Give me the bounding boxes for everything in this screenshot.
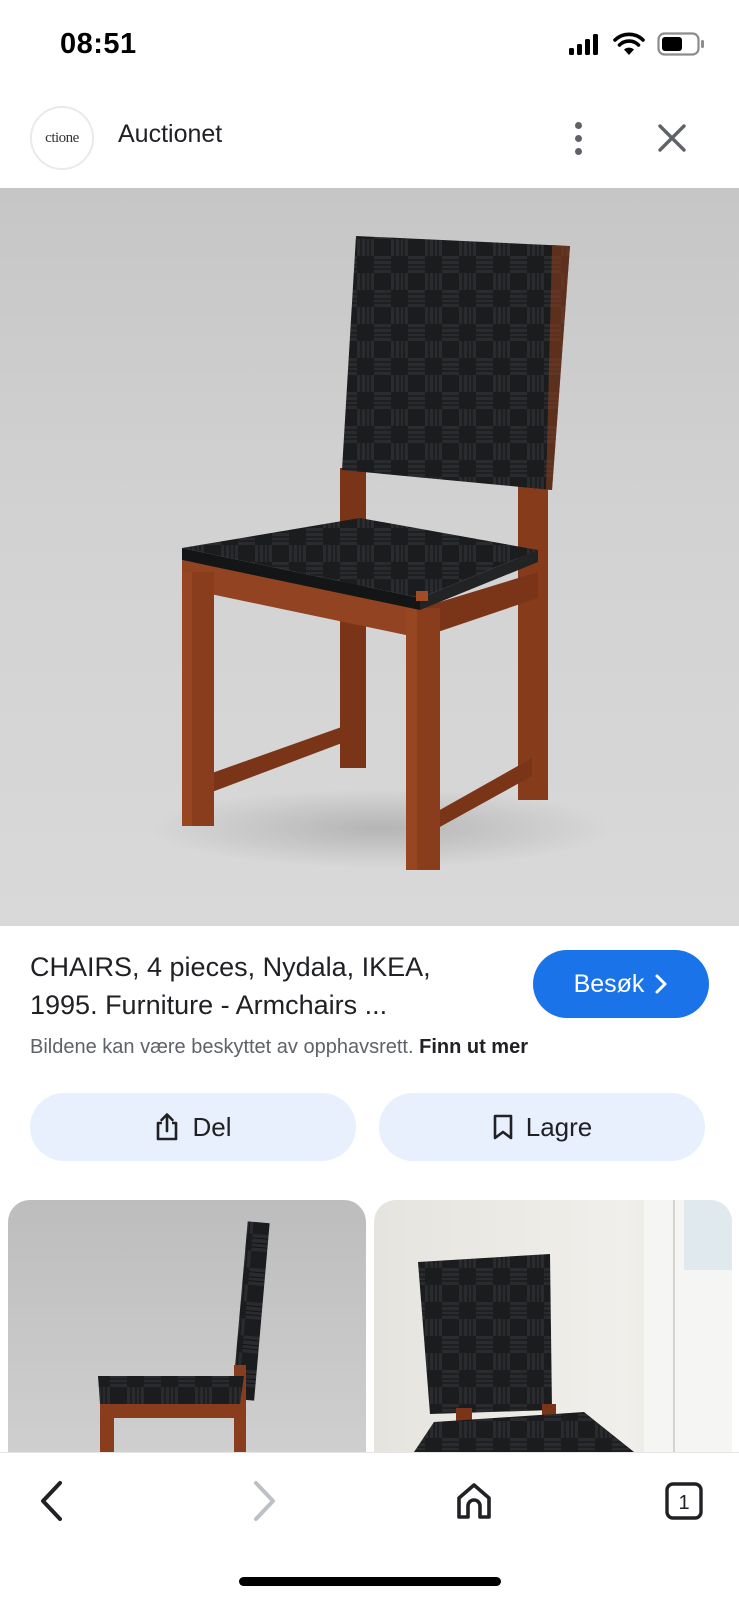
home-indicator[interactable] [239, 1577, 501, 1586]
battery-icon [657, 32, 704, 56]
chair-room-image [414, 1200, 732, 1452]
back-button[interactable] [24, 1473, 80, 1529]
home-button[interactable] [446, 1473, 502, 1529]
status-bar: 08:51 [0, 0, 739, 96]
copyright-text: Bildene kan være beskyttet av opphavsret… [30, 1036, 414, 1058]
chevron-right-icon [655, 974, 667, 994]
related-image-1[interactable] [8, 1200, 366, 1452]
site-logo-text: ctione [45, 129, 79, 146]
save-label: Lagre [525, 1111, 593, 1142]
share-button[interactable]: Del [30, 1093, 356, 1161]
tabs-icon: 1 [665, 1482, 703, 1520]
site-name[interactable]: Auctionet [118, 120, 222, 149]
more-vert-icon [574, 121, 582, 129]
more-options-button[interactable] [560, 116, 596, 160]
tabs-button[interactable]: 1 [656, 1473, 712, 1529]
share-icon [157, 1113, 178, 1141]
status-icons [569, 32, 705, 56]
result-title[interactable]: CHAIRS, 4 pieces, Nydala, IKEA, 1995. Fu… [30, 948, 500, 1024]
forward-button[interactable] [236, 1473, 292, 1529]
close-icon[interactable] [652, 118, 692, 158]
browser-toolbar: 1 [0, 1452, 739, 1600]
tab-count: 1 [678, 1492, 689, 1514]
chair-side-image [98, 1221, 270, 1452]
chair-image [150, 236, 610, 870]
site-logo[interactable]: ctione [30, 106, 94, 170]
bookmark-icon [493, 1114, 513, 1140]
signal-icon [569, 34, 598, 55]
visit-button[interactable]: Besøk [533, 950, 709, 1018]
wifi-icon [613, 32, 645, 55]
chevron-right-icon [254, 1481, 275, 1521]
chevron-left-icon [41, 1481, 62, 1521]
copyright-notice: Bildene kan være beskyttet av opphavsret… [30, 1036, 528, 1059]
learn-more-link[interactable]: Finn ut mer [419, 1036, 528, 1058]
home-icon [457, 1483, 491, 1519]
viewer-header: ctione Auctionet [0, 98, 739, 188]
save-button[interactable]: Lagre [379, 1093, 705, 1161]
main-image[interactable] [0, 188, 739, 926]
status-time: 08:51 [60, 28, 137, 60]
related-image-2[interactable] [374, 1200, 732, 1452]
visit-button-label: Besøk [573, 969, 645, 998]
share-label: Del [192, 1111, 232, 1142]
